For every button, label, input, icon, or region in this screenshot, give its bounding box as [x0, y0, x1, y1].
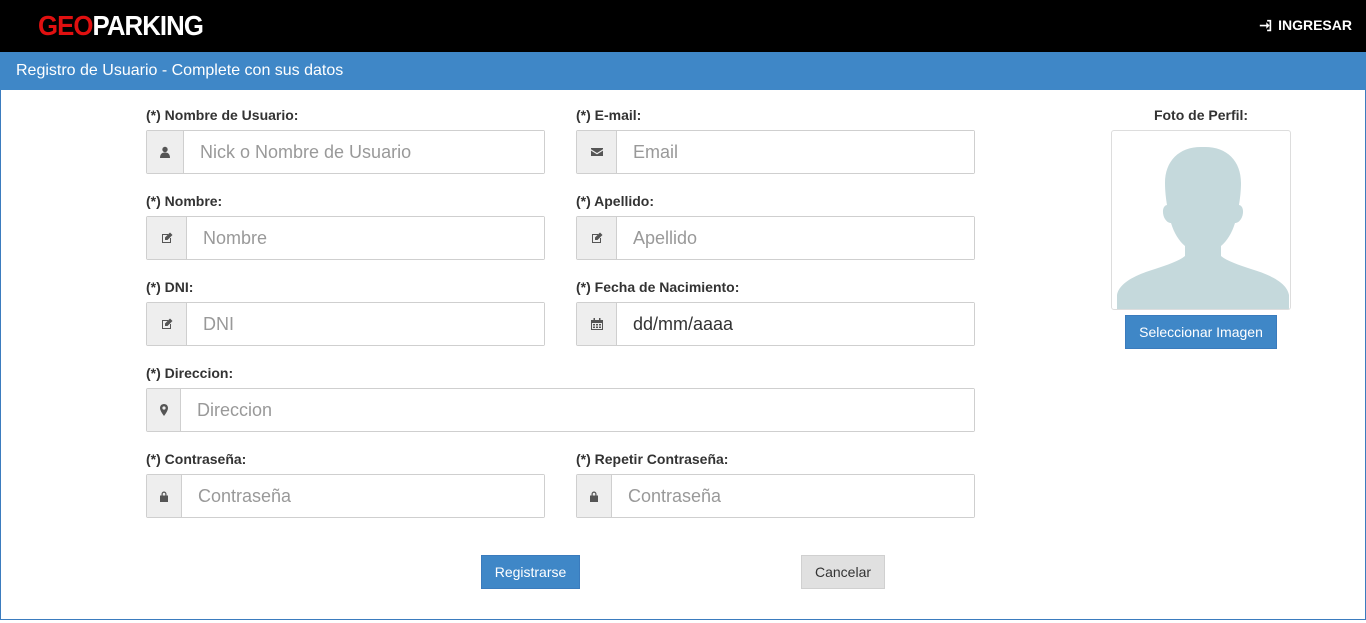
first-name-input[interactable] — [187, 217, 544, 259]
panel-title: Registro de Usuario - Complete con sus d… — [16, 62, 344, 79]
logo-parking: PARKING — [92, 10, 203, 41]
email-addon — [577, 131, 617, 173]
password-repeat-label: (*) Repetir Contraseña: — [576, 451, 729, 467]
avatar-silhouette-icon — [1117, 147, 1289, 309]
login-link[interactable]: INGRESAR — [1259, 17, 1352, 33]
last-name-addon — [577, 217, 617, 259]
dni-input[interactable] — [187, 303, 544, 345]
birth-date-label: (*) Fecha de Nacimiento: — [576, 279, 740, 295]
birth-date-addon — [577, 303, 617, 345]
username-group — [146, 130, 545, 174]
password-input[interactable] — [182, 475, 544, 517]
address-group — [146, 388, 975, 432]
username-label: (*) Nombre de Usuario: — [146, 107, 299, 123]
select-image-button[interactable]: Seleccionar Imagen — [1125, 315, 1277, 349]
user-icon — [160, 146, 170, 158]
envelope-icon — [590, 148, 603, 156]
password-addon — [147, 475, 182, 517]
lock-icon — [590, 491, 598, 502]
birth-date-input[interactable] — [617, 303, 974, 345]
edit-icon — [161, 232, 172, 243]
password-repeat-addon — [577, 475, 612, 517]
dni-label: (*) DNI: — [146, 279, 194, 295]
email-label: (*) E-mail: — [576, 107, 642, 123]
last-name-group — [576, 216, 975, 260]
panel-heading: Registro de Usuario - Complete con sus d… — [0, 52, 1366, 90]
last-name-label: (*) Apellido: — [576, 193, 655, 209]
dni-addon — [147, 303, 187, 345]
last-name-input[interactable] — [617, 217, 974, 259]
profile-photo-label: Foto de Perfil: — [1153, 107, 1249, 123]
profile-photo — [1111, 130, 1291, 310]
email-input[interactable] — [617, 131, 974, 173]
lock-icon — [160, 491, 168, 502]
login-label: INGRESAR — [1278, 17, 1352, 33]
map-marker-icon — [159, 404, 168, 416]
edit-icon — [591, 232, 602, 243]
username-addon — [147, 131, 184, 173]
address-addon — [147, 389, 181, 431]
address-label: (*) Direccion: — [146, 365, 234, 381]
sign-in-icon — [1259, 19, 1272, 31]
geoparking-logo[interactable]: GEOPARKING — [38, 10, 204, 42]
cancel-button[interactable]: Cancelar — [801, 555, 885, 589]
password-group — [146, 474, 545, 518]
birth-date-group — [576, 302, 975, 346]
password-repeat-group — [576, 474, 975, 518]
edit-icon — [161, 318, 172, 329]
calendar-icon — [590, 318, 603, 330]
top-navbar: GEOPARKING INGRESAR — [0, 0, 1366, 52]
password-label: (*) Contraseña: — [146, 451, 247, 467]
username-input[interactable] — [184, 131, 544, 173]
first-name-addon — [147, 217, 187, 259]
first-name-group — [146, 216, 545, 260]
first-name-label: (*) Nombre: — [146, 193, 223, 209]
register-button[interactable]: Registrarse — [481, 555, 580, 589]
address-input[interactable] — [181, 389, 974, 431]
password-repeat-input[interactable] — [612, 475, 974, 517]
logo-geo: GEO — [38, 10, 93, 41]
dni-group — [146, 302, 545, 346]
email-group — [576, 130, 975, 174]
